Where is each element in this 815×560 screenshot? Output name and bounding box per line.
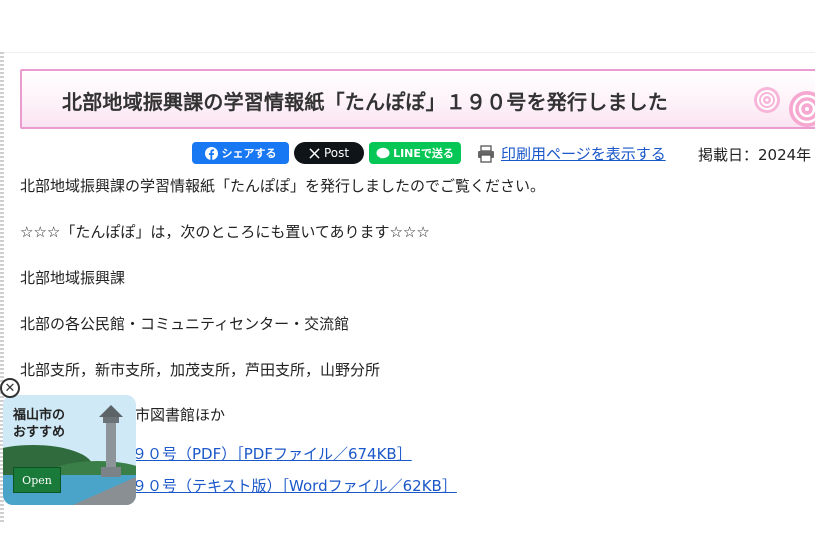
rose-decoration-large-icon: [789, 91, 815, 127]
x-post-button[interactable]: Post: [294, 142, 364, 164]
page-top-rule: [0, 52, 815, 53]
posted-date: 掲載日：2024年: [698, 146, 812, 164]
word-download-link[interactable]: ９０号（テキスト版）［Wordファイル／62KB］: [132, 475, 457, 496]
facebook-share-button[interactable]: シェアする: [192, 142, 289, 164]
location-item: 北部の各公民館・コミュニティセンター・交流館: [20, 315, 350, 333]
fukuyama-recommend-ad[interactable]: 福山市の おすすめ Open: [3, 395, 136, 505]
page-title: 北部地域振興課の学習情報紙「たんぽぽ」１９０号を発行しました: [62, 90, 668, 114]
print-page-link[interactable]: 印刷用ページを表示する: [477, 143, 666, 164]
print-page-link-label: 印刷用ページを表示する: [501, 145, 666, 163]
printer-icon: [478, 144, 494, 163]
facebook-share-label: シェアする: [221, 147, 277, 160]
ad-title: 福山市の おすすめ: [13, 407, 65, 441]
share-toolbar: シェアする Post LINEで送る 印刷用ページを表示する 掲載日：2024年: [0, 142, 815, 166]
notice-text: ☆☆☆「たんぽぽ」は，次のところにも置いてあります☆☆☆: [20, 223, 430, 241]
line-share-label: LINEで送る: [393, 147, 454, 160]
ad-title-line: 福山市の: [13, 408, 66, 423]
facebook-icon: [204, 146, 218, 160]
x-logo-icon: [309, 147, 320, 159]
pdf-download-link[interactable]: ９０号（PDF）［PDFファイル／674KB］: [132, 443, 412, 464]
location-item: 北部支所，新市支所，加茂支所，芦田支所，山野分所: [20, 361, 381, 379]
rose-decoration-icon: [754, 87, 780, 113]
x-post-label: Post: [323, 146, 350, 160]
location-item: 北部地域振興課: [20, 269, 126, 287]
ad-close-button[interactable]: ✕: [0, 378, 20, 398]
location-item: 市図書館ほか: [135, 406, 226, 424]
line-share-button[interactable]: LINEで送る: [369, 142, 461, 164]
article-title-box: 北部地域振興課の学習情報紙「たんぽぽ」１９０号を発行しました: [20, 69, 815, 129]
ad-title-line: おすすめ: [13, 425, 66, 440]
line-icon: [376, 147, 390, 158]
intro-text: 北部地域振興課の学習情報紙「たんぽぽ」を発行しましたのでご覧ください。: [20, 177, 546, 195]
ad-open-button[interactable]: Open: [13, 467, 61, 493]
